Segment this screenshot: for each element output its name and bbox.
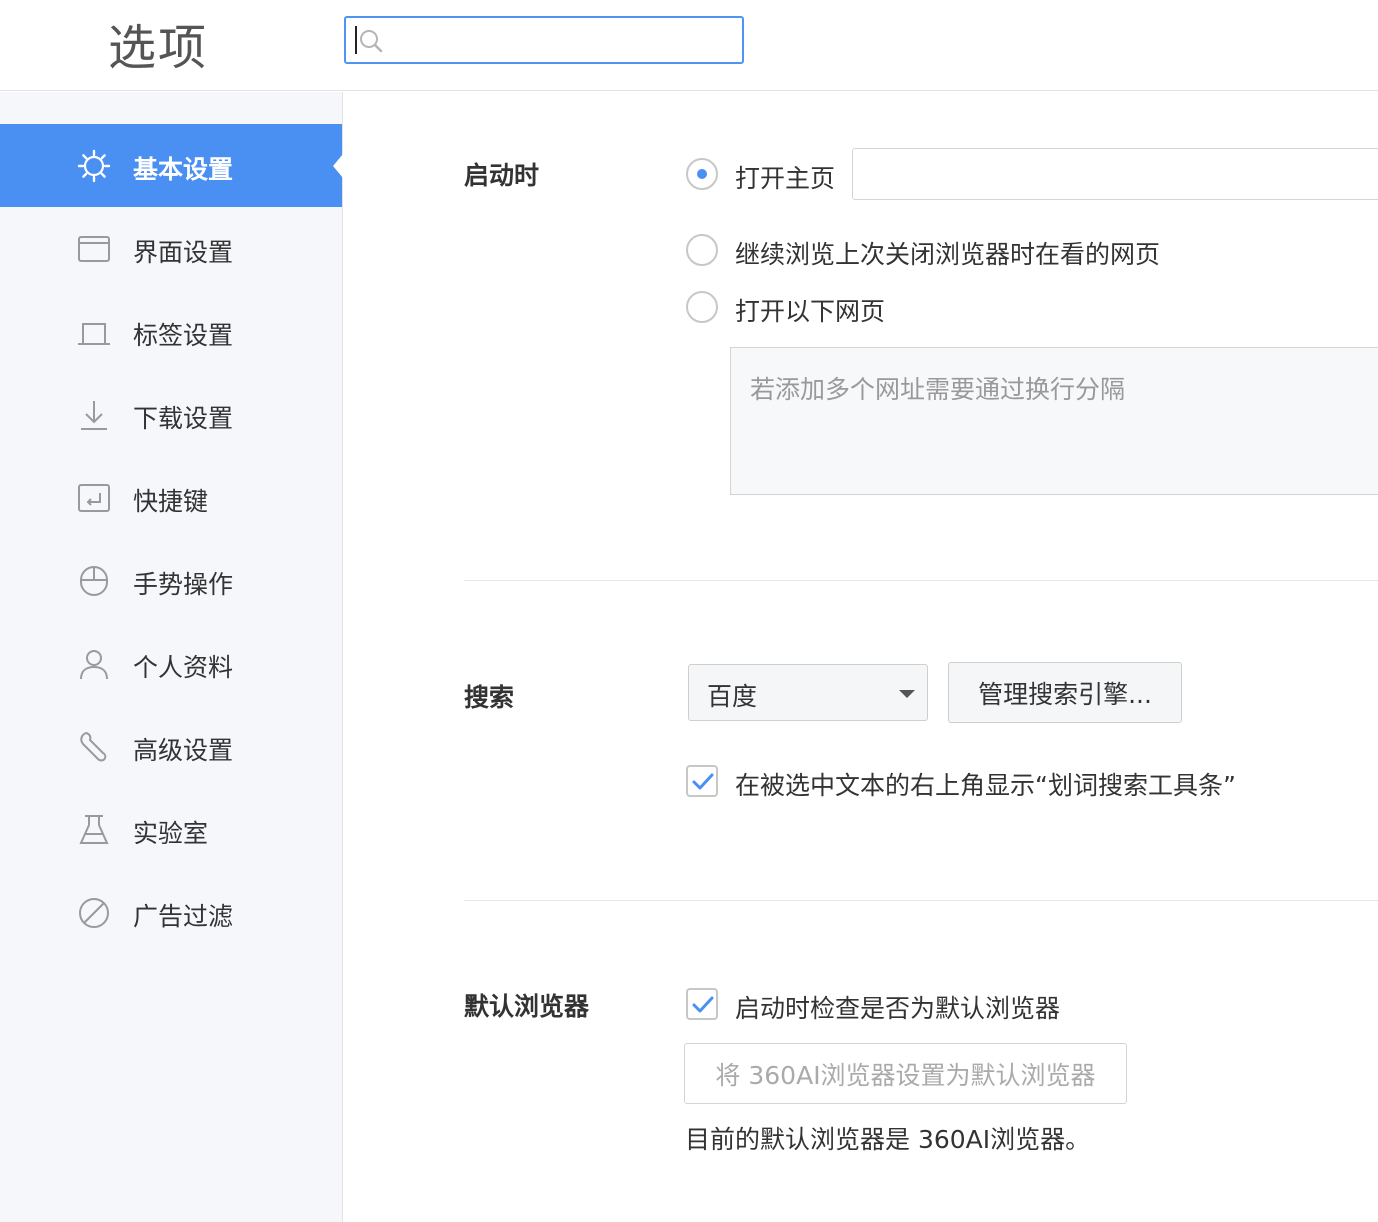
text-caret xyxy=(355,26,357,54)
settings-content: 启动时 打开主页 继续浏览上次关闭浏览器时在看的网页 打开以下网页 若添加多个网… xyxy=(344,92,1378,1222)
shortcut-icon xyxy=(78,484,110,512)
section-divider xyxy=(464,580,1378,581)
mouse-icon xyxy=(80,566,108,596)
set-default-browser-button[interactable]: 将 360AI浏览器设置为默认浏览器 xyxy=(684,1043,1127,1104)
sidebar-item-interface[interactable]: 界面设置 xyxy=(0,207,342,290)
sidebar-item-gestures[interactable]: 手势操作 xyxy=(0,539,342,622)
chevron-down-icon xyxy=(899,690,915,698)
sidebar-item-label: 下载设置 xyxy=(133,404,234,433)
sidebar-item-label: 个人资料 xyxy=(133,653,234,682)
radio-open-pages[interactable] xyxy=(686,291,718,323)
page-title: 选项 xyxy=(108,20,209,76)
sidebar-item-label: 标签设置 xyxy=(133,321,234,350)
tab-icon xyxy=(78,323,110,345)
flask-icon xyxy=(79,815,109,844)
toolbar-checkbox[interactable] xyxy=(686,765,718,797)
startup-section-label: 启动时 xyxy=(464,161,540,190)
sidebar-item-lab[interactable]: 实验室 xyxy=(0,788,342,871)
search-icon xyxy=(360,30,383,53)
sidebar-item-label: 广告过滤 xyxy=(133,902,234,931)
pages-textarea[interactable]: 若添加多个网址需要通过换行分隔 xyxy=(730,347,1378,495)
sidebar-item-label: 手势操作 xyxy=(133,570,234,599)
sidebar-item-advanced[interactable]: 高级设置 xyxy=(0,705,342,788)
wrench-icon xyxy=(80,731,107,762)
pages-textarea-placeholder: 若添加多个网址需要通过换行分隔 xyxy=(750,375,1126,404)
person-icon xyxy=(80,650,108,680)
gear-icon xyxy=(77,149,111,183)
sidebar-item-label: 快捷键 xyxy=(133,487,209,516)
sidebar-item-label: 高级设置 xyxy=(133,736,234,765)
home-url-input[interactable] xyxy=(852,148,1378,200)
search-input[interactable] xyxy=(386,24,726,56)
sidebar-item-label: 界面设置 xyxy=(133,238,234,267)
check-icon xyxy=(692,996,714,1013)
search-section-label: 搜索 xyxy=(464,683,515,712)
sidebar-item-profile[interactable]: 个人资料 xyxy=(0,622,342,705)
search-box[interactable] xyxy=(344,16,744,64)
sidebar-item-adblock[interactable]: 广告过滤 xyxy=(0,871,342,954)
sidebar-item-label: 基本设置 xyxy=(133,155,234,184)
sidebar-item-basic[interactable]: 基本设置 xyxy=(0,124,343,207)
sidebar-item-label: 实验室 xyxy=(133,819,209,848)
search-engine-select[interactable]: 百度 xyxy=(688,664,928,721)
option-open-pages-label: 打开以下网页 xyxy=(735,297,886,326)
radio-open-home[interactable] xyxy=(686,158,718,190)
section-divider xyxy=(464,900,1378,901)
check-icon xyxy=(692,773,714,790)
default-check-checkbox[interactable] xyxy=(686,988,718,1020)
default-browser-status: 目前的默认浏览器是 360AI浏览器。 xyxy=(685,1125,1091,1154)
option-continue-label: 继续浏览上次关闭浏览器时在看的网页 xyxy=(735,240,1161,269)
window-icon xyxy=(78,236,110,262)
sidebar-item-download[interactable]: 下载设置 xyxy=(0,373,342,456)
sidebar-item-tabs[interactable]: 标签设置 xyxy=(0,290,342,373)
download-icon xyxy=(81,401,107,430)
block-icon xyxy=(79,898,109,928)
search-engine-value: 百度 xyxy=(707,682,758,711)
toolbar-option-label: 在被选中文本的右上角显示“划词搜索工具条” xyxy=(735,771,1236,800)
manage-search-engines-button[interactable]: 管理搜索引擎... xyxy=(948,662,1182,723)
default-check-label: 启动时检查是否为默认浏览器 xyxy=(735,994,1061,1023)
option-open-home-label: 打开主页 xyxy=(735,164,836,193)
radio-continue-session[interactable] xyxy=(686,234,718,266)
sidebar-item-shortcuts[interactable]: 快捷键 xyxy=(0,456,342,539)
sidebar: 基本设置 界面设置 标签设置 下载设置 快捷键 手势操作 个人资料 高级设置 实… xyxy=(0,92,343,1222)
header: 选项 xyxy=(0,0,1378,91)
default-browser-section-label: 默认浏览器 xyxy=(464,992,590,1021)
